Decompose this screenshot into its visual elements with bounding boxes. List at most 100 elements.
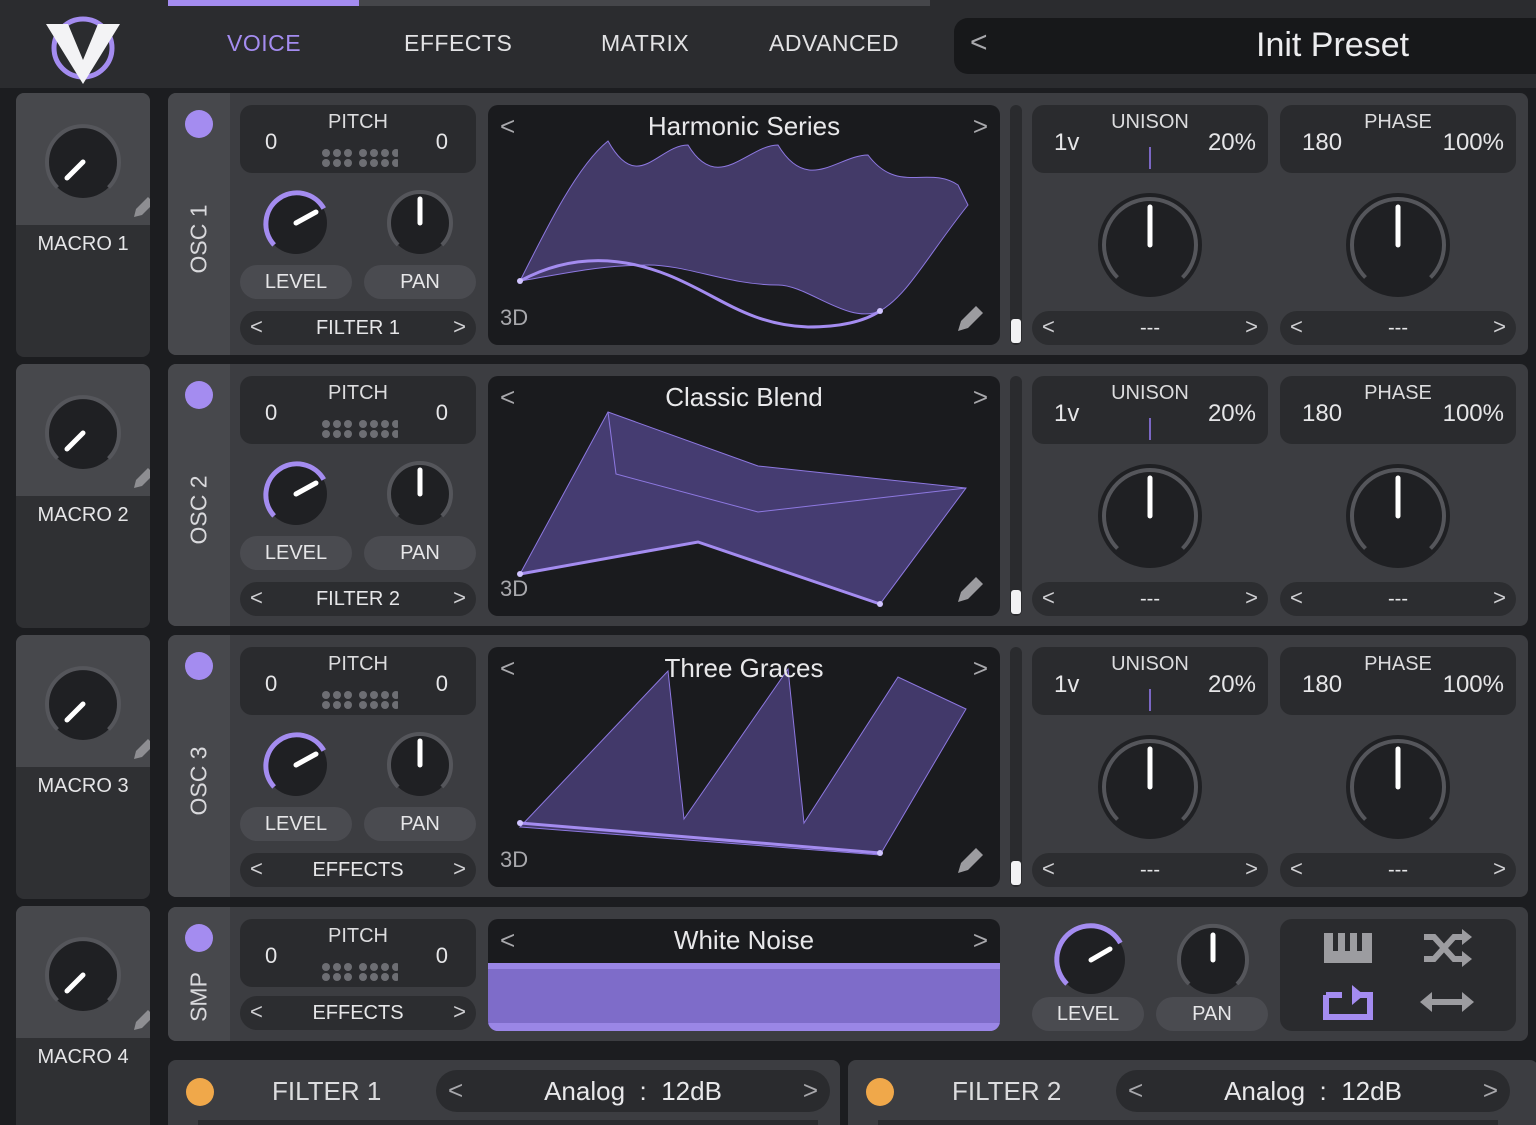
tab-effects[interactable]: EFFECTS (404, 30, 512, 57)
phase-knob[interactable] (1338, 727, 1458, 847)
filter-1-enable-toggle[interactable] (186, 1078, 214, 1106)
unison-voices[interactable]: 1v (1054, 129, 1079, 157)
level-knob[interactable] (256, 454, 336, 534)
phase-value[interactable]: 180 (1302, 129, 1342, 157)
pitch-quantize-icon[interactable] (320, 961, 398, 985)
next-arrow[interactable]: > (1493, 314, 1506, 340)
filter-2-next[interactable]: > (1483, 1075, 1498, 1106)
phase-selector[interactable]: < --- > (1280, 582, 1516, 616)
pitch-quantize-icon[interactable] (320, 418, 398, 442)
osc-destination-selector[interactable]: < FILTER 1 > (240, 311, 476, 345)
phase-random[interactable]: 100% (1443, 129, 1504, 157)
macro-knob[interactable] (38, 659, 128, 749)
transpose-value[interactable]: 0 (265, 400, 277, 426)
filter-2-enable-toggle[interactable] (866, 1078, 894, 1106)
wavetable-next-button[interactable]: > (973, 382, 988, 413)
preset-name[interactable]: Init Preset (1256, 26, 1409, 65)
filter-1-next[interactable]: > (803, 1075, 818, 1106)
phase-value[interactable]: 180 (1302, 671, 1342, 699)
preset-selector[interactable]: < Init Preset (954, 18, 1536, 74)
wave-frame-slider[interactable] (1010, 376, 1022, 616)
next-arrow[interactable]: > (1493, 856, 1506, 882)
keyboard-track-icon[interactable] (1322, 931, 1374, 965)
transpose-value[interactable]: 0 (265, 129, 277, 155)
tab-advanced[interactable]: ADVANCED (769, 30, 899, 57)
phase-selector[interactable]: < --- > (1280, 853, 1516, 887)
pitch-quantize-icon[interactable] (320, 147, 398, 171)
slider-thumb[interactable] (1011, 590, 1021, 614)
next-arrow[interactable]: > (453, 999, 466, 1025)
loop-icon[interactable] (1322, 981, 1374, 1021)
pencil-icon[interactable] (130, 464, 150, 492)
bounce-icon[interactable] (1418, 987, 1476, 1017)
unison-detune[interactable]: 20% (1208, 129, 1256, 157)
slider-thumb[interactable] (1011, 319, 1021, 343)
unison-selector[interactable]: < --- > (1032, 582, 1268, 616)
osc-destination-selector[interactable]: < EFFECTS > (240, 853, 476, 887)
phase-knob[interactable] (1338, 185, 1458, 305)
edit-wavetable-icon[interactable] (954, 843, 988, 877)
tune-value[interactable]: 0 (436, 400, 448, 426)
tab-voice[interactable]: VOICE (227, 30, 301, 57)
level-knob[interactable] (256, 183, 336, 263)
next-arrow[interactable]: > (453, 856, 466, 882)
pencil-icon[interactable] (130, 735, 150, 763)
tab-matrix[interactable]: MATRIX (601, 30, 689, 57)
wavetable-next-button[interactable]: > (973, 111, 988, 142)
sampler-destination-selector[interactable]: < EFFECTS > (240, 996, 476, 1030)
phase-value[interactable]: 180 (1302, 400, 1342, 428)
phase-random[interactable]: 100% (1443, 671, 1504, 699)
transpose-value[interactable]: 0 (265, 943, 277, 969)
slider-thumb[interactable] (1011, 861, 1021, 885)
next-arrow[interactable]: > (1245, 585, 1258, 611)
macro-knob[interactable] (38, 930, 128, 1020)
sample-display[interactable]: < White Noise > (488, 919, 1000, 1031)
wave-frame-slider[interactable] (1010, 105, 1022, 345)
filter-2-model-selector[interactable]: < Analog : 12dB > (1116, 1070, 1510, 1112)
unison-knob[interactable] (1090, 727, 1210, 847)
filter-2-slider[interactable] (878, 1120, 1498, 1125)
random-phase-icon[interactable] (1420, 927, 1474, 969)
pencil-icon[interactable] (130, 1006, 150, 1034)
unison-selector[interactable]: < --- > (1032, 853, 1268, 887)
phase-random[interactable]: 100% (1443, 400, 1504, 428)
osc-destination-selector[interactable]: < FILTER 2 > (240, 582, 476, 616)
phase-knob[interactable] (1338, 456, 1458, 576)
unison-detune[interactable]: 20% (1208, 400, 1256, 428)
next-arrow[interactable]: > (1245, 314, 1258, 340)
tune-value[interactable]: 0 (436, 943, 448, 969)
unison-knob[interactable] (1090, 185, 1210, 305)
pan-knob[interactable] (380, 454, 460, 534)
wavetable-display[interactable]: < Three Graces > 3D (488, 647, 1000, 887)
next-arrow[interactable]: > (453, 314, 466, 340)
edit-wavetable-icon[interactable] (954, 301, 988, 335)
osc-enable-toggle[interactable] (185, 110, 213, 138)
macro-knob[interactable] (38, 117, 128, 207)
transpose-value[interactable]: 0 (265, 671, 277, 697)
unison-knob[interactable] (1090, 456, 1210, 576)
preset-prev-button[interactable]: < (970, 26, 988, 60)
filter-1-slider[interactable] (198, 1120, 818, 1125)
filter-1-model-selector[interactable]: < Analog : 12dB > (436, 1070, 830, 1112)
view-3d-toggle[interactable]: 3D (500, 576, 528, 602)
macro-knob[interactable] (38, 388, 128, 478)
next-arrow[interactable]: > (1245, 856, 1258, 882)
wavetable-name[interactable]: Harmonic Series (488, 111, 1000, 142)
unison-detune[interactable]: 20% (1208, 671, 1256, 699)
unison-selector[interactable]: < --- > (1032, 311, 1268, 345)
sampler-enable-toggle[interactable] (185, 924, 213, 952)
wavetable-name[interactable]: Classic Blend (488, 382, 1000, 413)
next-arrow[interactable]: > (1493, 585, 1506, 611)
pan-knob[interactable] (380, 183, 460, 263)
pencil-icon[interactable] (130, 193, 150, 221)
view-3d-toggle[interactable]: 3D (500, 305, 528, 331)
osc-enable-toggle[interactable] (185, 381, 213, 409)
tune-value[interactable]: 0 (436, 671, 448, 697)
sampler-pan-knob[interactable] (1168, 915, 1258, 1005)
next-arrow[interactable]: > (453, 585, 466, 611)
pitch-quantize-icon[interactable] (320, 689, 398, 713)
wave-frame-slider[interactable] (1010, 647, 1022, 887)
sampler-level-knob[interactable] (1046, 915, 1136, 1005)
phase-selector[interactable]: < --- > (1280, 311, 1516, 345)
wavetable-name[interactable]: Three Graces (488, 653, 1000, 684)
